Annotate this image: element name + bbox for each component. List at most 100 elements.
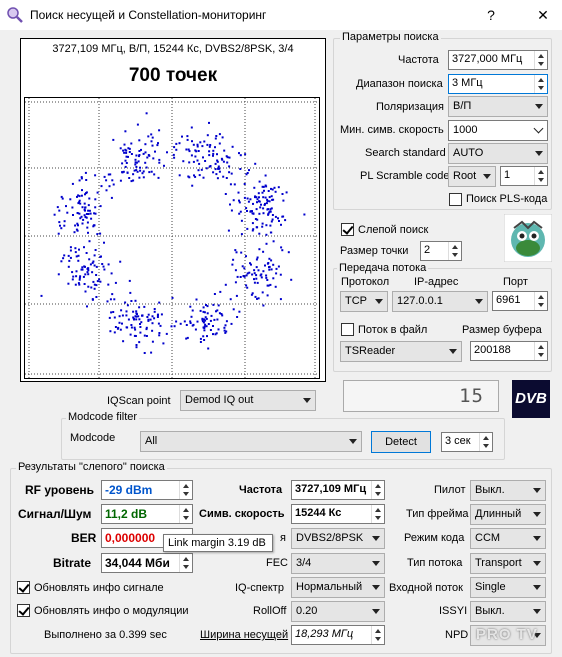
pilot-select[interactable]: Выкл.	[470, 480, 546, 501]
constellation-point	[135, 154, 138, 157]
buffer-spinner[interactable]	[534, 342, 547, 360]
range-input[interactable]: 3 МГц	[448, 74, 548, 94]
fec-select[interactable]: 3/4	[291, 553, 385, 574]
update-mod-checkbox[interactable]	[17, 604, 30, 617]
iqscan-label: IQScan point	[107, 395, 171, 407]
ip-select[interactable]: 127.0.0.1	[392, 291, 488, 312]
pls-mode-select[interactable]: Root	[448, 166, 496, 187]
constellation-point	[91, 271, 94, 274]
time-input[interactable]: 3 сек	[441, 432, 493, 452]
issyi-value: Выкл.	[475, 605, 505, 617]
constellation-point	[100, 185, 103, 188]
constellation-point	[178, 142, 181, 145]
constellation-point	[71, 278, 74, 281]
buffer-input[interactable]: 200188	[470, 341, 548, 361]
frame-value: Длинный	[475, 508, 522, 520]
code-mode-label: Режим кода	[404, 532, 465, 544]
app-select[interactable]: TSReader	[340, 341, 462, 362]
constellation-point	[251, 222, 254, 225]
constellation-point	[266, 208, 269, 211]
help-button[interactable]: ?	[476, 4, 506, 26]
constellation-point	[232, 308, 235, 311]
point-size-input[interactable]: 2	[420, 241, 462, 261]
polarization-select[interactable]: В/П	[448, 96, 548, 117]
constellation-point	[57, 232, 60, 235]
min-sr-select[interactable]: 1000	[448, 120, 548, 141]
constellation-point	[87, 209, 90, 212]
constellation-point	[267, 190, 270, 192]
constellation-point	[134, 335, 137, 337]
stream-type-select[interactable]: Transport	[470, 553, 546, 574]
time-value: 3 сек	[445, 435, 471, 447]
pls-code-spinner[interactable]	[534, 167, 547, 185]
constellation-point	[171, 296, 174, 299]
update-signal-checkbox[interactable]	[17, 581, 30, 594]
standard-select[interactable]: AUTO	[448, 143, 548, 164]
bitrate-spinner[interactable]	[179, 554, 192, 572]
rolloff-label: RollOff	[253, 605, 287, 617]
rolloff-select[interactable]: 0.20	[291, 601, 385, 622]
to-file-checkbox[interactable]	[341, 323, 354, 336]
constellation-point	[207, 323, 210, 325]
iq-spectrum-select[interactable]: Нормальный	[291, 577, 385, 598]
constellation-point	[157, 176, 160, 179]
frame-select[interactable]: Длинный	[470, 504, 546, 525]
port-label: Порт	[503, 276, 528, 288]
constellation-point	[126, 171, 129, 174]
constellation-point	[96, 191, 99, 194]
constellation-point	[273, 186, 276, 189]
issyi-select[interactable]: Выкл.	[470, 601, 546, 622]
constellation-point	[251, 210, 253, 213]
point-size-spinner[interactable]	[448, 242, 461, 260]
constellation-point	[91, 298, 94, 301]
snr-spinner[interactable]	[179, 505, 192, 523]
min-sr-label: Мин. симв. скорость	[340, 124, 444, 136]
pls-search-checkbox[interactable]	[449, 193, 462, 206]
mod-result-label: я	[280, 532, 286, 544]
blind-search-checkbox[interactable]	[341, 223, 354, 236]
constellation-point	[188, 150, 191, 153]
constellation-point	[257, 297, 260, 300]
code-mode-select[interactable]: CCM	[470, 528, 546, 549]
freq-result-spinner[interactable]	[371, 481, 384, 499]
port-spinner[interactable]	[534, 292, 547, 310]
constellation-point	[197, 169, 200, 172]
constellation-point	[153, 317, 156, 320]
detect-button[interactable]: Detect	[371, 431, 431, 453]
bw-spinner[interactable]	[371, 626, 384, 644]
points-title: 700 точек	[128, 65, 218, 86]
sr-result-spinner[interactable]	[371, 505, 384, 523]
port-input[interactable]: 6961	[492, 291, 548, 311]
chevron-down-icon	[533, 488, 541, 493]
frequency-input[interactable]: 3727,000 МГц	[448, 50, 548, 70]
constellation-point	[83, 214, 86, 217]
constellation-point	[93, 254, 96, 257]
modcode-select[interactable]: All	[140, 431, 362, 452]
range-spinner[interactable]	[534, 75, 547, 93]
mod-select[interactable]: DVBS2/8PSK	[291, 528, 385, 549]
input-stream-select[interactable]: Single	[470, 577, 546, 598]
time-spinner[interactable]	[479, 433, 492, 451]
constellation-point	[277, 186, 280, 189]
constellation-point	[84, 209, 86, 212]
frequency-spinner[interactable]	[534, 51, 547, 69]
constellation-point	[99, 205, 102, 208]
constellation-point	[214, 146, 216, 149]
constellation-point	[235, 251, 238, 254]
iqscan-select[interactable]: Demod IQ out	[180, 390, 316, 411]
freq-result-label: Частота	[239, 484, 283, 496]
constellation-point	[238, 310, 241, 313]
constellation-point	[154, 150, 156, 153]
constellation-point	[256, 218, 259, 221]
rf-label: RF уровень	[25, 483, 95, 497]
close-icon[interactable]: ✕	[528, 4, 558, 26]
update-signal-label: Обновлять инфо сигнале	[34, 582, 164, 594]
bw-label[interactable]: Ширина несущей	[200, 629, 288, 641]
constellation-point	[225, 330, 228, 333]
constellation-point	[192, 160, 195, 163]
rf-spinner[interactable]	[179, 481, 192, 499]
pls-code-input[interactable]: 1	[500, 166, 548, 186]
protocol-select[interactable]: TCP	[340, 291, 388, 312]
constellation-point	[68, 259, 71, 262]
constellation-point	[109, 330, 112, 333]
